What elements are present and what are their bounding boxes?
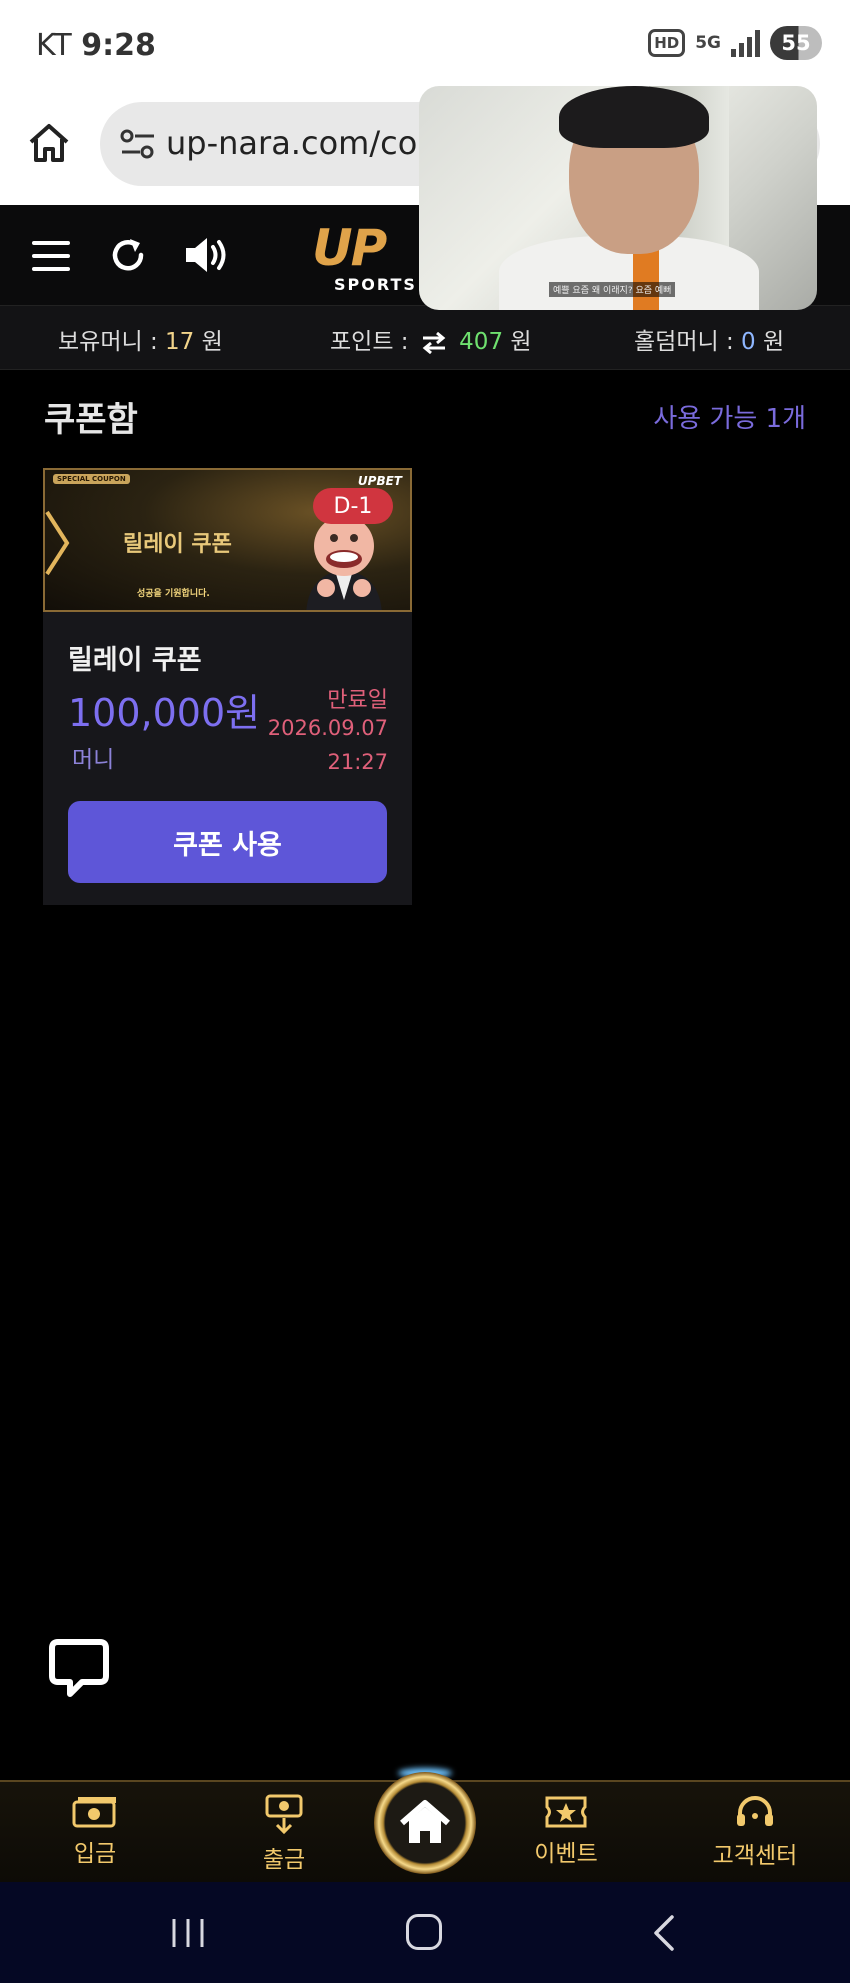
holding-money-label: 보유머니 : [58, 329, 158, 355]
coupon-amount: 100,000원 [68, 691, 261, 735]
status-time: KT 9:28 [36, 28, 156, 63]
5g-icon: 5G [695, 33, 721, 53]
nav-withdraw[interactable]: 출금 [219, 1794, 349, 1874]
nav-home-button[interactable] [374, 1772, 476, 1874]
banner-tag: SPECIAL COUPON [53, 474, 130, 484]
expire-label: 만료일 [327, 688, 388, 713]
points-unit: 원 [510, 329, 532, 355]
video-subtitle: 예쁠 요즘 왜 이래지? 요즘 예뻐 [549, 282, 676, 297]
points[interactable]: 포인트 : 407 원 [330, 322, 532, 356]
d-day-badge: D-1 [313, 488, 393, 524]
points-value: 407 [459, 329, 504, 355]
nav-event[interactable]: 이벤트 [501, 1794, 631, 1868]
holding-money: 보유머니 : 17 원 [58, 322, 223, 356]
home-icon [400, 1800, 450, 1843]
pip-video-player[interactable]: 예쁠 요즘 왜 이래지? 요즘 예뻐 [419, 86, 817, 310]
holding-money-unit: 원 [201, 329, 223, 355]
video-person-hair [559, 86, 709, 148]
recent-apps-icon[interactable] [168, 1917, 208, 1949]
nav-event-label: 이벤트 [534, 1841, 598, 1867]
status-bar: KT 9:28 HD 5G 55 [0, 0, 850, 90]
clock: 9:28 [81, 28, 156, 63]
holding-money-value: 17 [165, 329, 195, 355]
nav-deposit[interactable]: 입금 [30, 1794, 160, 1868]
video-person-tie [633, 250, 659, 310]
holdem-money-value: 0 [741, 329, 756, 355]
deposit-icon [72, 1797, 116, 1828]
url-text[interactable]: up-nara.com/cou [166, 124, 438, 162]
signal-icon [731, 29, 760, 57]
withdraw-icon [265, 1794, 303, 1835]
expire-date: 2026.09.07 [267, 716, 388, 740]
system-navigation-bar [0, 1882, 850, 1983]
battery-icon: 55 [770, 26, 822, 60]
back-icon[interactable] [648, 1914, 678, 1952]
logo-subtext: SPORTS [334, 275, 417, 294]
volume-icon[interactable] [182, 233, 234, 277]
expire-time: 21:27 [327, 750, 388, 774]
logo-text: UP [312, 219, 387, 277]
coupon-type: 머니 [72, 747, 115, 773]
holdem-money: 홀덤머니 : 0 원 [634, 322, 784, 356]
point-convert-icon[interactable] [420, 331, 448, 354]
status-icons: HD 5G 55 [648, 26, 822, 60]
page-title: 쿠폰함 [44, 400, 138, 440]
available-count: 사용 가능 1개 [653, 404, 806, 434]
coupon-name: 릴레이 쿠폰 [68, 645, 202, 676]
refresh-icon[interactable] [108, 235, 148, 275]
headset-icon [737, 1796, 773, 1826]
holdem-money-label: 홀덤머니 : [634, 329, 734, 355]
banner-brand: UPBET [357, 474, 402, 488]
nav-support[interactable]: 고객센터 [690, 1794, 820, 1870]
banner-subtitle: 성공을 기원합니다. [137, 589, 210, 599]
holdem-money-unit: 원 [762, 329, 785, 355]
browser-home-icon[interactable] [26, 120, 72, 166]
chat-icon[interactable] [48, 1638, 110, 1698]
nav-deposit-label: 입금 [73, 1841, 117, 1867]
nav-support-label: 고객센터 [712, 1843, 798, 1869]
coupon-card: SPECIAL COUPON 릴레이 쿠폰 성공을 기원합니다. UPBET D… [43, 468, 412, 905]
hd-voice-icon: HD [648, 29, 686, 57]
menu-icon[interactable] [32, 241, 70, 271]
site-settings-icon[interactable] [118, 124, 158, 164]
site-logo[interactable]: UP SPORTS [312, 219, 422, 294]
balance-bar: 보유머니 : 17 원 포인트 : 407 원 홀덤머니 : 0 원 [0, 305, 850, 370]
nav-withdraw-label: 출금 [262, 1847, 306, 1873]
banner-title: 릴레이 쿠폰 [123, 532, 232, 557]
use-coupon-button[interactable]: 쿠폰 사용 [68, 801, 387, 883]
coupon-banner: SPECIAL COUPON 릴레이 쿠폰 성공을 기원합니다. UPBET D… [43, 468, 412, 612]
banner-arrow-icon [45, 510, 70, 576]
system-home-icon[interactable] [406, 1914, 442, 1950]
carrier-label: KT [36, 28, 72, 63]
event-ticket-icon [545, 1796, 587, 1828]
points-label: 포인트 : [330, 329, 409, 355]
